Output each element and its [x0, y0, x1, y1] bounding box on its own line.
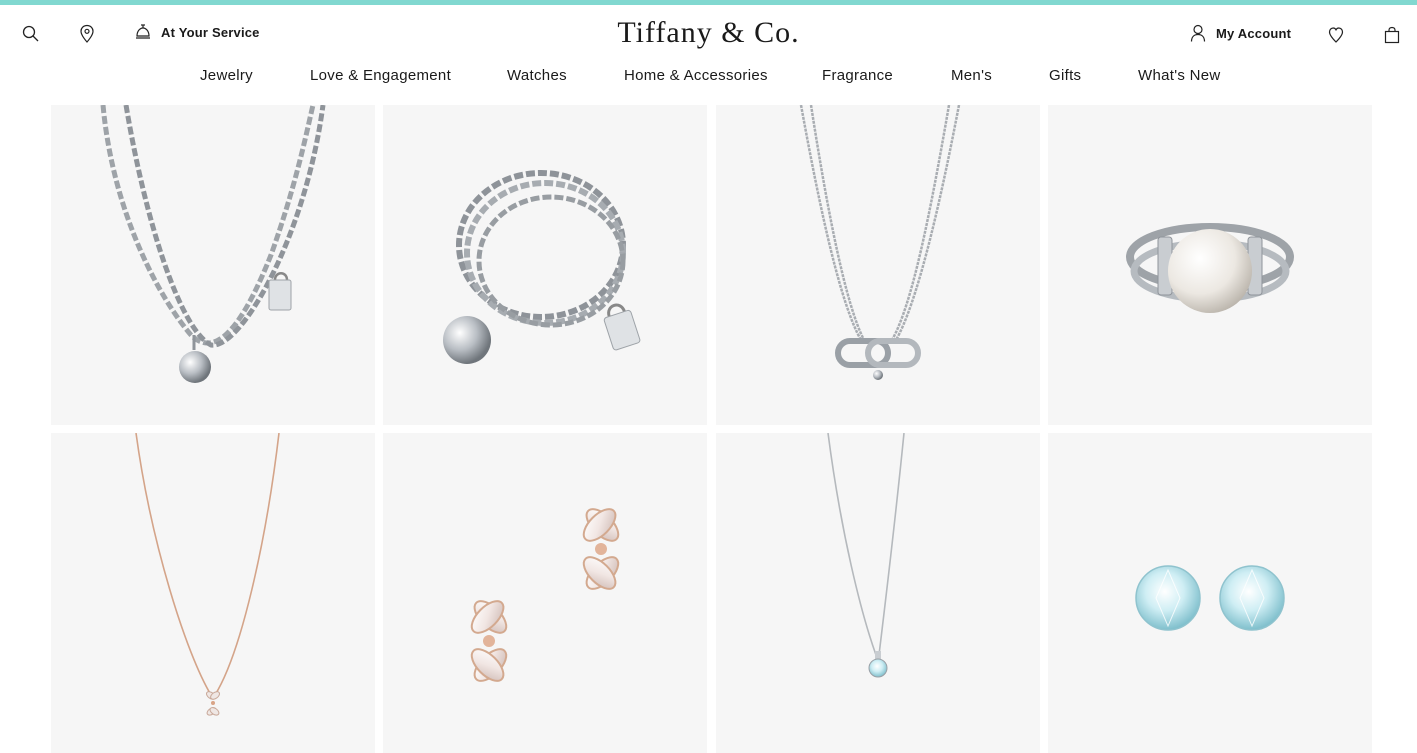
product-tile[interactable] [383, 105, 707, 425]
product-tile[interactable] [383, 433, 707, 753]
service-label: At Your Service [161, 24, 260, 40]
account-label: My Account [1216, 25, 1292, 41]
heart-icon[interactable] [1324, 23, 1348, 47]
product-image [135, 433, 280, 716]
site-header: At Your Service Tiffany & Co. My Account… [0, 5, 1417, 105]
product-image [827, 433, 905, 678]
product-image [470, 508, 620, 682]
service-bell-icon [134, 23, 152, 41]
nav-gifts[interactable]: Gifts [1049, 67, 1081, 84]
at-your-service-link[interactable]: At Your Service [134, 23, 260, 41]
location-pin-icon[interactable] [75, 22, 99, 46]
product-image [799, 105, 961, 380]
nav-love-engagement[interactable]: Love & Engagement [310, 67, 451, 84]
nav-jewelry[interactable]: Jewelry [200, 67, 253, 84]
product-tile[interactable] [716, 433, 1040, 753]
nav-whats-new[interactable]: What's New [1138, 67, 1221, 84]
product-tile[interactable] [1048, 433, 1372, 753]
brand-logo[interactable]: Tiffany & Co. [580, 16, 837, 50]
nav-watches[interactable]: Watches [507, 67, 567, 84]
my-account-link[interactable]: My Account [1190, 24, 1291, 42]
nav-home-accessories[interactable]: Home & Accessories [624, 67, 768, 84]
product-image [443, 170, 641, 364]
nav-mens[interactable]: Men's [951, 67, 992, 84]
search-icon[interactable] [19, 22, 43, 46]
main-navigation: Jewelry Love & Engagement Watches Home &… [0, 67, 1417, 91]
user-icon [1190, 24, 1206, 42]
product-image [100, 105, 326, 383]
logo-text: Tiffany & Co. [617, 16, 800, 49]
shopping-bag-icon[interactable] [1380, 23, 1404, 47]
product-image [1126, 223, 1294, 313]
nav-fragrance[interactable]: Fragrance [822, 67, 893, 84]
product-tile[interactable] [1048, 105, 1372, 425]
product-tile[interactable] [51, 433, 375, 753]
product-tile[interactable] [716, 105, 1040, 425]
product-tile[interactable] [51, 105, 375, 425]
product-image [1135, 565, 1285, 631]
